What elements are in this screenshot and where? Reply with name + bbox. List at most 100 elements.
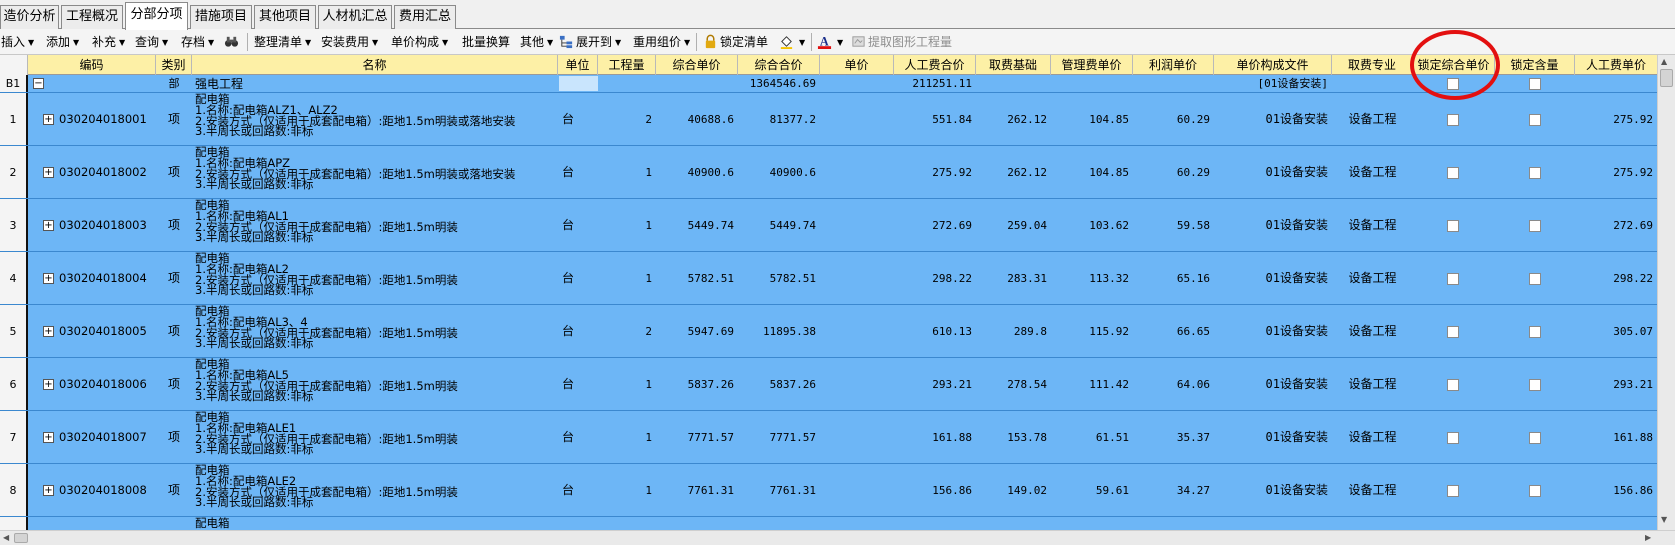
item-major[interactable]: 设备工程	[1332, 252, 1413, 304]
item-major[interactable]: 设备工程	[1332, 358, 1413, 410]
lock-unit-price-checkbox[interactable]	[1447, 326, 1459, 338]
expand-icon[interactable]: +	[43, 167, 54, 178]
item-fee-file[interactable]: 01设备安装	[1214, 146, 1332, 198]
item-code[interactable]: 030204018005	[59, 305, 156, 357]
lock-content-checkbox[interactable]	[1529, 379, 1541, 391]
table-row[interactable]: 5 +030204018005 项 配电箱 1.名称:配电箱AL3、4 2.安装方式（…	[0, 305, 1657, 358]
vertical-scrollbar[interactable]: ▲ ▼	[1657, 55, 1675, 530]
save-button[interactable]: 存档 ▼	[181, 33, 214, 51]
reuse-price-button[interactable]: 重用组价 ▼	[633, 33, 690, 51]
item-quantity[interactable]: 1	[598, 199, 656, 251]
item-quantity[interactable]: 1	[598, 358, 656, 410]
item-code[interactable]: 030204018004	[59, 252, 156, 304]
col-header-fee-file[interactable]: 单价构成文件	[1214, 55, 1332, 75]
expand-icon[interactable]: +	[43, 432, 54, 443]
lock-unit-price-checkbox[interactable]	[1447, 485, 1459, 497]
col-header-type[interactable]: 类别	[156, 55, 192, 75]
col-header-unit-price[interactable]: 综合单价	[656, 55, 738, 75]
tab-sub-items[interactable]: 分部分项	[125, 2, 188, 30]
expand-icon[interactable]: +	[43, 379, 54, 390]
section-name[interactable]: 强电工程	[195, 75, 555, 92]
item-name-cell[interactable]: 配电箱 1.名称:配电箱AL5 2.安装方式（仅适用于成套配电箱）:距地1.5m…	[192, 358, 558, 410]
item-name-cell[interactable]: 配电箱 1.名称:配电箱AL2 2.安装方式（仅适用于成套配电箱）:距地1.5m…	[192, 252, 558, 304]
col-header-lock-unit-price[interactable]: 锁定综合单价	[1413, 55, 1495, 75]
col-header-quantity[interactable]: 工程量	[598, 55, 656, 75]
item-major[interactable]: 设备工程	[1332, 464, 1413, 516]
lock-unit-price-checkbox[interactable]	[1447, 220, 1459, 232]
insert-button[interactable]: 插入 ▼	[1, 33, 34, 51]
col-header-labor-unit[interactable]: 人工费单价	[1575, 55, 1657, 75]
item-fee-file[interactable]: 01设备安装	[1214, 305, 1332, 357]
table-row[interactable]: 6 +030204018006 项 配电箱 1.名称:配电箱AL5 2.安装方式（仅适…	[0, 358, 1657, 411]
item-quantity[interactable]: 1	[598, 146, 656, 198]
col-header-lock-content[interactable]: 锁定含量	[1495, 55, 1575, 75]
item-quantity[interactable]: 2	[598, 305, 656, 357]
item-code[interactable]	[59, 517, 156, 530]
tab-project-overview[interactable]: 工程概况	[61, 5, 123, 29]
batch-convert-button[interactable]: 批量换算	[462, 33, 510, 51]
item-fee-file[interactable]: 01设备安装	[1214, 199, 1332, 251]
item-code[interactable]: 030204018001	[59, 93, 156, 145]
item-fee-file[interactable]: 01设备安装	[1214, 93, 1332, 145]
scroll-up-icon[interactable]: ▲	[1661, 57, 1667, 66]
extract-graphic-qty-button[interactable]: 提取图形工程量	[851, 33, 952, 51]
item-quantity[interactable]	[598, 517, 656, 530]
expand-icon[interactable]: +	[43, 220, 54, 231]
unit-price-composition-button[interactable]: 单价构成 ▼	[391, 33, 448, 51]
lock-content-checkbox[interactable]	[1529, 167, 1541, 179]
collapse-icon[interactable]: −	[33, 78, 44, 89]
install-fee-button[interactable]: 安装费用 ▼	[321, 33, 378, 51]
scroll-down-icon[interactable]: ▼	[1661, 515, 1667, 524]
item-major[interactable]	[1332, 517, 1413, 530]
col-header-price[interactable]: 单价	[820, 55, 894, 75]
selected-cell[interactable]	[559, 76, 598, 91]
tab-other-items[interactable]: 其他项目	[254, 5, 316, 29]
tab-labor-material-summary[interactable]: 人材机汇总	[318, 5, 392, 29]
item-major[interactable]: 设备工程	[1332, 411, 1413, 463]
item-fee-file[interactable]: 01设备安装	[1214, 358, 1332, 410]
font-color-button[interactable]: A ▼	[817, 33, 843, 51]
item-major[interactable]: 设备工程	[1332, 305, 1413, 357]
col-header-major[interactable]: 取费专业	[1332, 55, 1413, 75]
col-header-code[interactable]: 编码	[28, 55, 156, 75]
item-quantity[interactable]: 1	[598, 252, 656, 304]
lock-unit-price-checkbox[interactable]	[1447, 379, 1459, 391]
col-header-name[interactable]: 名称	[192, 55, 558, 75]
supplement-button[interactable]: 补充 ▼	[92, 33, 125, 51]
item-code[interactable]: 030204018002	[59, 146, 156, 198]
item-quantity[interactable]: 1	[598, 464, 656, 516]
lock-unit-price-checkbox[interactable]	[1447, 273, 1459, 285]
scroll-right-icon[interactable]: ▶	[1645, 533, 1651, 542]
other-button[interactable]: 其他 ▼	[520, 33, 553, 51]
lock-content-checkbox[interactable]	[1529, 432, 1541, 444]
lock-content-checkbox[interactable]	[1529, 326, 1541, 338]
item-name-cell[interactable]: 配电箱 1.名称:配电箱AL3、4 2.安装方式（仅适用于成套配电箱）:距地1.…	[192, 305, 558, 357]
table-row[interactable]: 2 +030204018002 项 配电箱 1.名称:配电箱APZ 2.安装方式（仅适…	[0, 146, 1657, 199]
item-name-cell[interactable]: 配电箱 1.名称:配电箱AL1 2.安装方式（仅适用于成套配电箱）:距地1.5m…	[192, 199, 558, 251]
item-name-cell[interactable]: 配电箱 1.名称:配电箱ALE1 2.安装方式（仅适用于成套配电箱）:距地1.5…	[192, 411, 558, 463]
table-row[interactable]: 3 +030204018003 项 配电箱 1.名称:配电箱AL1 2.安装方式（仅适…	[0, 199, 1657, 252]
lock-content-checkbox[interactable]	[1529, 220, 1541, 232]
organize-list-button[interactable]: 整理清单 ▼	[254, 33, 311, 51]
table-row[interactable]: 1 +030204018001 项 配电箱 1.名称:配电箱ALZ1、ALZ2 2.安…	[0, 93, 1657, 146]
table-row[interactable]: 7 +030204018007 项 配电箱 1.名称:配电箱ALE1 2.安装方式（仅…	[0, 411, 1657, 464]
col-header-profit[interactable]: 利润单价	[1133, 55, 1214, 75]
item-fee-file[interactable]: 01设备安装	[1214, 411, 1332, 463]
col-header-labor-total[interactable]: 人工费合价	[894, 55, 976, 75]
item-name-cell[interactable]: 配电箱 1.名称:配电箱ALE2 2.安装方式（仅适用于成套配电箱）:距地1.5…	[192, 464, 558, 516]
tab-fee-summary[interactable]: 费用汇总	[394, 5, 456, 29]
table-row[interactable]: 4 +030204018004 项 配电箱 1.名称:配电箱AL2 2.安装方式（仅适…	[0, 252, 1657, 305]
item-quantity[interactable]: 1	[598, 411, 656, 463]
tab-cost-analysis[interactable]: 造价分析	[0, 5, 59, 29]
query-button[interactable]: 查询 ▼	[135, 33, 168, 51]
col-header-unit[interactable]: 单位	[558, 55, 598, 75]
vertical-scroll-thumb[interactable]	[1660, 69, 1673, 87]
col-header-mgmt-fee[interactable]: 管理费单价	[1051, 55, 1133, 75]
add-button[interactable]: 添加 ▼	[46, 33, 79, 51]
lock-unit-price-checkbox[interactable]	[1447, 167, 1459, 179]
col-header-fee-base[interactable]: 取费基础	[976, 55, 1051, 75]
expand-to-button[interactable]: 展开到 ▼	[559, 33, 621, 51]
binoculars-icon[interactable]	[224, 33, 241, 51]
table-row[interactable]: 8 +030204018008 项 配电箱 1.名称:配电箱ALE2 2.安装方式（仅…	[0, 464, 1657, 517]
item-fee-file[interactable]: 01设备安装	[1214, 252, 1332, 304]
